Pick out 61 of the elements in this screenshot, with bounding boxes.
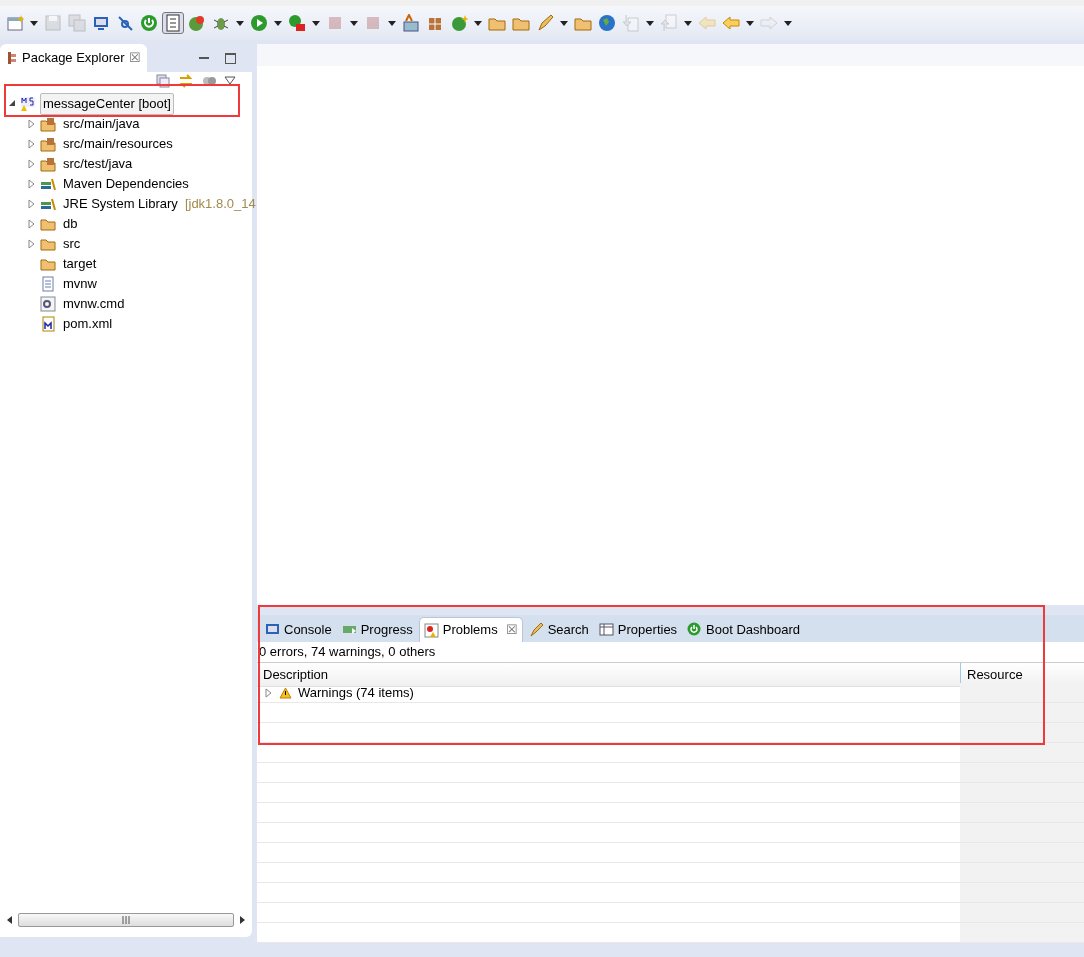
tree-item-detail: [jdk1.8.0_14 (184, 195, 256, 214)
close-icon[interactable]: ☒ (128, 48, 141, 68)
warning-icon (279, 686, 292, 699)
power-icon (687, 622, 703, 637)
view-tab[interactable]: Search (524, 617, 593, 642)
tree-item[interactable]: src/test/java (60, 153, 136, 175)
collapsed-arrow-icon[interactable] (28, 239, 36, 249)
collapsed-arrow-icon[interactable] (28, 199, 36, 209)
view-tab[interactable]: Properties (594, 617, 682, 642)
view-tab[interactable]: Progress (337, 617, 417, 642)
list-icon[interactable] (162, 12, 184, 34)
tree-item[interactable]: Maven Dependencies (60, 173, 192, 195)
tree-item[interactable]: messageCenter [boot] (40, 93, 174, 115)
run-toolbox-icon[interactable] (286, 12, 308, 34)
power-icon[interactable] (138, 12, 160, 34)
tree-item[interactable]: src/main/resources (60, 133, 176, 155)
scroll-left-icon[interactable] (6, 915, 14, 925)
view-menu-icon[interactable] (224, 76, 236, 86)
package-folder-icon (40, 156, 56, 172)
folder-icon (40, 216, 56, 232)
maven-file-icon (40, 316, 56, 332)
collapsed-arrow-icon[interactable] (28, 219, 36, 229)
problems-summary: 0 errors, 74 warnings, 0 others (258, 643, 437, 661)
project-icon (20, 96, 36, 112)
scroll-right-icon[interactable] (238, 915, 246, 925)
folder-icon (40, 256, 56, 272)
scrollbar-thumb[interactable] (18, 913, 234, 927)
tree-item[interactable]: pom.xml (60, 313, 116, 335)
package-folder-icon (40, 136, 56, 152)
package-folder-icon (40, 116, 56, 132)
package-icon (6, 51, 18, 65)
folder-icon (40, 236, 56, 252)
tree-item[interactable]: JRE System Library (60, 193, 181, 215)
tree-item[interactable]: target (60, 253, 100, 275)
collapse-all-icon[interactable] (156, 74, 170, 88)
view-tab[interactable]: Boot Dashboard (683, 617, 805, 642)
globe-icon[interactable] (596, 12, 618, 34)
console-icon (265, 622, 280, 637)
maximize-icon[interactable] (225, 52, 236, 64)
view-tab[interactable]: Problems ☒ (418, 617, 523, 642)
run-icon[interactable] (248, 12, 270, 34)
collapsed-arrow-icon[interactable] (28, 119, 36, 129)
collapsed-arrow-icon[interactable] (28, 159, 36, 169)
table-icon (598, 622, 614, 637)
tree-item[interactable]: src/main/java (60, 113, 143, 135)
library-books-icon (40, 196, 56, 212)
tree-item[interactable]: db (60, 213, 81, 235)
tree-item[interactable]: mvnw (60, 273, 100, 295)
view-tab[interactable]: Console (261, 617, 336, 642)
gear-file-icon (40, 296, 56, 312)
library-books-icon (40, 176, 56, 192)
tree-item[interactable]: mvnw.cmd (60, 293, 128, 315)
close-icon[interactable]: ☒ (505, 620, 518, 640)
text-file-icon (40, 276, 56, 292)
collapsed-arrow-icon[interactable] (265, 687, 273, 698)
tree-item[interactable]: src (60, 233, 84, 255)
problems-icon (423, 622, 439, 638)
expanded-arrow-icon[interactable] (8, 99, 16, 109)
collapsed-arrow-icon[interactable] (28, 139, 36, 149)
collapsed-arrow-icon[interactable] (28, 179, 36, 189)
package-explorer-tab[interactable]: Package Explorer ☒ (0, 44, 147, 72)
